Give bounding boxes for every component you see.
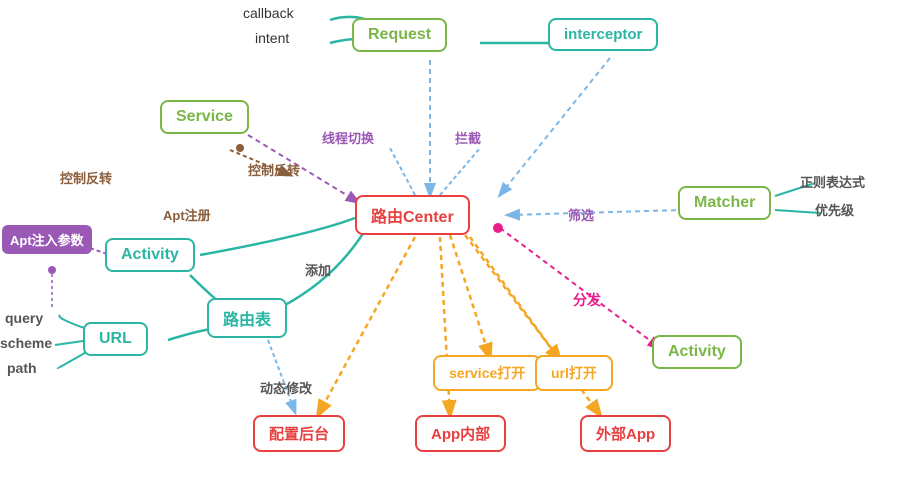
control-reverse1-text: 控制反转 [60,168,112,187]
intent-text: intent [255,30,289,46]
scheme-label: scheme [0,335,52,351]
send-text: 分发 [573,290,601,310]
config-backend-node: 配置后台 [253,415,345,452]
route-center-node: 路由Center [355,195,470,235]
url-label: URL [99,330,132,348]
service-open-label: service打开 [449,363,525,383]
route-table-label: 路由表 [223,306,271,330]
control-reverse2-text: 控制反转 [248,160,300,179]
interceptor-label: interceptor [564,26,642,43]
priority-text: 优先级 [815,200,854,219]
url-open-label: url打开 [551,363,597,383]
filter-label: 筛选 [568,205,594,224]
activity1-label: Activity [121,246,179,264]
intercept-text: 拦截 [455,128,481,147]
priority-label: 优先级 [815,200,854,219]
control-reverse2-label: 控制反转 [248,160,300,179]
outer-app-node: 外部App [580,415,671,452]
matcher-node: Matcher [678,186,771,220]
regex-text: 正则表达式 [800,172,865,191]
route-table-node: 路由表 [207,298,287,338]
apt-inject-label: Apt注入参数 [2,225,92,254]
filter-text: 筛选 [568,205,594,224]
config-backend-label: 配置后台 [269,423,329,444]
thread-switch-text: 线程切换 [322,128,374,147]
apt-inject-node: Apt注入参数 [2,225,92,254]
url-open-node: url打开 [535,355,613,391]
add-label: 添加 [305,260,331,279]
url-node: URL [83,322,148,356]
app-inner-label: App内部 [431,423,490,444]
diagram: Request interceptor Service 路由Center Mat… [0,0,919,500]
apt-register-text: Apt注册 [163,205,211,224]
regex-label: 正则表达式 [800,172,865,191]
thread-switch-label: 线程切换 [322,128,374,147]
outer-app-label: 外部App [596,423,655,444]
scheme-text: scheme [0,335,52,351]
add-text: 添加 [305,260,331,279]
intent-label: intent [255,30,289,46]
intercept-label: 拦截 [455,128,481,147]
activity2-node: Activity [652,335,742,369]
query-text: query [5,310,43,326]
service-label: Service [176,108,233,126]
apt-register-label: Apt注册 [163,205,211,224]
send-label: 分发 [573,290,601,310]
callback-text: callback [243,5,294,21]
interceptor-node: interceptor [548,18,658,51]
path-label: path [7,360,37,376]
dynamic-modify-text: 动态修改 [260,378,312,397]
activity1-node: Activity [105,238,195,272]
path-text: path [7,360,37,376]
dynamic-modify-label: 动态修改 [260,378,312,397]
request-label: Request [368,26,431,44]
control-reverse1-label: 控制反转 [60,168,112,187]
query-label: query [5,310,43,326]
service-open-node: service打开 [433,355,541,391]
callback-label: callback [243,5,294,21]
matcher-label: Matcher [694,194,755,212]
activity2-label: Activity [668,343,726,361]
app-inner-node: App内部 [415,415,506,452]
service-node: Service [160,100,249,134]
route-center-label: 路由Center [371,203,454,227]
request-node: Request [352,18,447,52]
